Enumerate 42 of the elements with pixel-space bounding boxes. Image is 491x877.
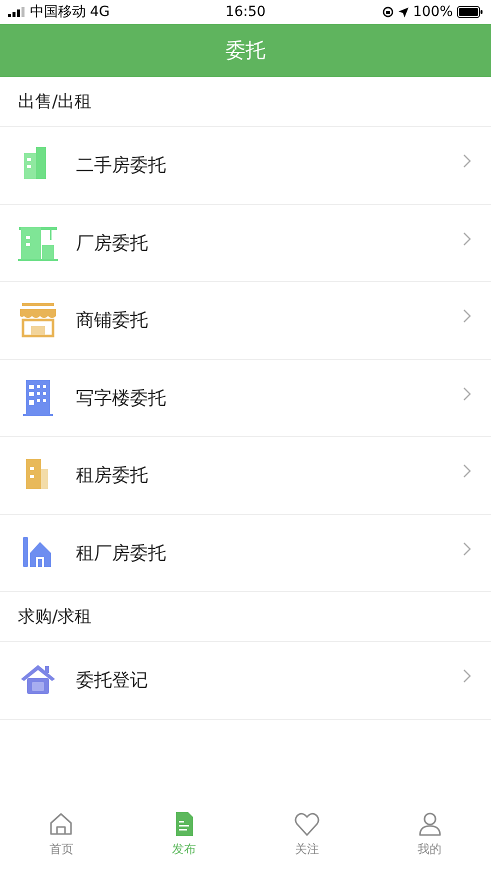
heart-icon bbox=[294, 811, 320, 837]
menu-item[interactable]: 写字楼委托 bbox=[0, 360, 491, 437]
carrier-name: 中国移动 bbox=[30, 3, 86, 21]
item-label: 商铺委托 bbox=[76, 309, 149, 332]
menu-item[interactable]: 厂房委托 bbox=[0, 204, 491, 282]
item-label: 租厂房委托 bbox=[76, 542, 167, 565]
home-icon bbox=[48, 811, 74, 837]
menu-item[interactable]: 二手房委托 bbox=[0, 127, 491, 204]
rotation-lock-icon bbox=[382, 6, 394, 18]
menu-item[interactable]: 商铺委托 bbox=[0, 282, 491, 360]
item-label: 二手房委托 bbox=[76, 154, 167, 178]
item-label: 租房委托 bbox=[76, 464, 149, 488]
tab-item[interactable]: 关注 bbox=[246, 811, 368, 858]
chevron-icon bbox=[463, 542, 471, 556]
menu-item[interactable]: 租房委托 bbox=[0, 437, 491, 514]
chevron-icon bbox=[463, 309, 471, 324]
tab-item[interactable]: 我的 bbox=[368, 811, 491, 858]
chevron-icon bbox=[463, 669, 471, 684]
tab-label: 发布 bbox=[172, 841, 196, 858]
section-title: 出售/出租 bbox=[18, 91, 92, 113]
menu-item[interactable]: 委托登记 bbox=[0, 642, 491, 720]
item-label: 委托登记 bbox=[76, 669, 149, 692]
tab-label: 关注 bbox=[294, 841, 319, 858]
clock-time: 16:50 bbox=[225, 4, 266, 20]
signal-icon bbox=[8, 7, 26, 17]
item-label: 写字楼委托 bbox=[76, 386, 167, 410]
chevron-icon bbox=[463, 386, 471, 401]
tab-label: 首页 bbox=[49, 841, 74, 858]
item-label: 厂房委托 bbox=[76, 232, 149, 255]
tab-label: 我的 bbox=[418, 841, 442, 858]
network-type: 4G bbox=[90, 4, 110, 20]
battery-percent: 100% bbox=[412, 4, 453, 20]
menu-item[interactable]: 租厂房委托 bbox=[0, 514, 491, 592]
shop-icon bbox=[18, 300, 58, 340]
page-title: 委托 bbox=[226, 37, 266, 64]
chevron-icon bbox=[463, 232, 471, 246]
battery-icon bbox=[456, 6, 483, 18]
location-arrow-icon bbox=[398, 6, 409, 18]
section-title: 求购/求租 bbox=[18, 606, 92, 628]
user-icon bbox=[416, 811, 443, 837]
chevron-icon bbox=[463, 154, 471, 168]
chevron-icon bbox=[463, 464, 471, 478]
